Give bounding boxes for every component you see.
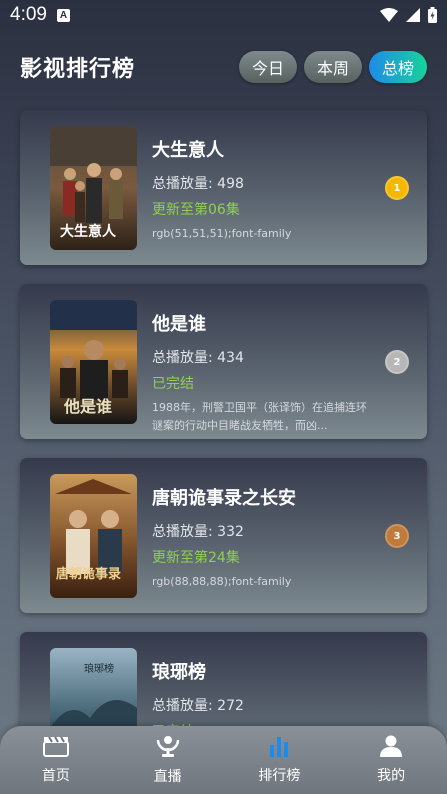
- item-description: 1988年，刑警卫国平（张译饰）在追捕连环谜案的行动中目睹战友牺牲，而凶...: [152, 401, 367, 432]
- play-count: 总播放量: 498: [152, 176, 244, 192]
- rank-badge: 3: [385, 524, 409, 548]
- battery-icon: [428, 7, 437, 23]
- svg-text:大生意人: 大生意人: [60, 223, 117, 240]
- ranking-card[interactable]: 唐朝诡事录 唐朝诡事录之长安 总播放量: 332 更新至第24集 rgb(88,…: [20, 458, 427, 613]
- ranking-card[interactable]: 他是谁 他是谁 总播放量: 434 已完结 1988年，刑警卫国平（张译饰）在追…: [20, 284, 427, 439]
- ranking-card[interactable]: 大生意人 大生意人 总播放量: 498 更新至第06集 rgb(51,51,51…: [20, 110, 427, 265]
- tab-today[interactable]: 今日: [238, 51, 297, 83]
- tab-week[interactable]: 本周: [303, 51, 362, 83]
- play-count: 总播放量: 434: [152, 350, 244, 366]
- page-title: 影视排行榜: [20, 57, 136, 82]
- nav-home-label: 首页: [41, 768, 70, 784]
- update-status: 更新至第06集: [152, 202, 240, 218]
- poster-image: 唐朝诡事录: [50, 474, 137, 598]
- nav-profile-label: 我的: [377, 768, 406, 784]
- rank-badge: 1: [385, 176, 409, 200]
- rank-badge: 2: [385, 350, 409, 374]
- nav-home[interactable]: 首页: [0, 726, 112, 794]
- nav-profile[interactable]: 我的: [335, 726, 447, 794]
- update-status: 已完结: [152, 376, 194, 392]
- bottom-nav: 首页 直播 排行榜 我的: [0, 726, 447, 794]
- svg-text:唐朝诡事录: 唐朝诡事录: [56, 566, 121, 582]
- tab-total[interactable]: 总榜: [368, 51, 427, 83]
- item-title: 他是谁: [152, 314, 206, 335]
- item-title: 琅琊榜: [152, 662, 206, 683]
- update-status: 更新至第24集: [152, 550, 240, 566]
- poster-image: 他是谁: [50, 300, 137, 424]
- item-description: rgb(51,51,51);font-family: [152, 227, 292, 240]
- header: 影视排行榜 今日 本周 总榜: [0, 40, 447, 94]
- period-tabs: 今日 本周 总榜: [238, 51, 427, 83]
- nav-ranking-label: 排行榜: [258, 768, 301, 784]
- wifi-icon: [380, 8, 398, 22]
- play-count: 总播放量: 332: [152, 524, 244, 540]
- nav-live[interactable]: 直播: [112, 726, 224, 794]
- status-bar: 4:09 A: [0, 0, 447, 30]
- bar-chart-icon: [270, 737, 289, 757]
- signal-icon: [406, 8, 420, 22]
- svg-text:琅琊榜: 琅琊榜: [84, 662, 114, 675]
- notification-icon: A: [56, 8, 70, 22]
- nav-live-label: 直播: [153, 769, 182, 785]
- svg-text:他是谁: 他是谁: [63, 397, 112, 416]
- item-title: 唐朝诡事录之长安: [152, 488, 296, 509]
- play-count: 总播放量: 272: [152, 698, 244, 714]
- user-icon: [380, 735, 403, 757]
- item-description: rgb(88,88,88);font-family: [152, 575, 292, 588]
- item-title: 大生意人: [152, 140, 224, 161]
- live-icon: [156, 736, 179, 757]
- status-time: 4:09: [10, 4, 47, 25]
- poster-image: 大生意人: [50, 126, 137, 250]
- clapperboard-icon: [42, 736, 69, 757]
- nav-ranking[interactable]: 排行榜: [224, 726, 336, 794]
